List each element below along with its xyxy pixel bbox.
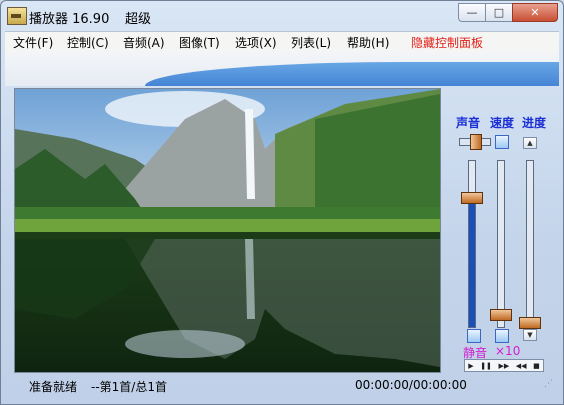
- progress-slider-thumb[interactable]: [519, 317, 541, 329]
- rewind-button[interactable]: ◀◀: [516, 362, 527, 370]
- app-logo-icon: [7, 7, 27, 25]
- window-title: 播放器 16.90: [29, 12, 110, 27]
- volume-slider[interactable]: [461, 160, 483, 328]
- play-button[interactable]: ▶: [468, 362, 473, 370]
- rewind-icon: ◀◀: [515, 361, 527, 370]
- close-icon: ✕: [530, 6, 540, 19]
- speed-slider-thumb[interactable]: [490, 309, 512, 322]
- menu-help[interactable]: 帮助(H): [347, 34, 389, 51]
- status-track-info: --第1首/总1首: [91, 380, 167, 394]
- window-controls: — □ ✕: [458, 3, 558, 22]
- balance-slider-thumb[interactable]: [470, 134, 482, 150]
- volume-label: 声音: [456, 116, 481, 130]
- fast-forward-icon: ▶▶: [498, 361, 510, 370]
- volume-slider-thumb[interactable]: [461, 192, 483, 205]
- progress-up-button[interactable]: ▲: [523, 137, 537, 149]
- status-bar: 准备就绪 --第1首/总1首 00:00:00/00:00:00 ⋰: [5, 375, 559, 394]
- window-title-suffix: 超级: [125, 12, 152, 27]
- progress-down-button[interactable]: ▼: [523, 329, 537, 341]
- menu-audio[interactable]: 音频(A): [123, 34, 165, 51]
- hide-panel-link[interactable]: 隐藏控制面板: [411, 34, 483, 51]
- mute-button[interactable]: [467, 329, 481, 343]
- menu-options[interactable]: 选项(X): [235, 34, 277, 51]
- playback-controls: ▶ ❚❚ ▶▶ ◀◀ ■: [464, 359, 544, 372]
- speed-multiplier-button[interactable]: [495, 329, 509, 343]
- minimize-icon: —: [466, 6, 478, 19]
- fast-forward-button[interactable]: ▶▶: [498, 362, 509, 370]
- volume-slider-fill: [469, 202, 475, 327]
- progress-label: 进度: [522, 116, 547, 130]
- menu-bar: 文件(F) 控制(C) 音频(A) 图像(T) 选项(X) 列表(L) 帮助(H…: [5, 31, 559, 52]
- video-display[interactable]: [14, 88, 441, 373]
- title-bar[interactable]: 播放器 16.90 超级 — □ ✕: [1, 1, 563, 31]
- maximize-icon: □: [493, 6, 505, 19]
- speed-reset-button[interactable]: [495, 135, 509, 149]
- banner-wave: [145, 62, 559, 86]
- minimize-button[interactable]: —: [458, 3, 486, 22]
- speed-multiplier-label: ×10: [495, 344, 521, 358]
- stop-button[interactable]: ■: [533, 362, 540, 370]
- video-frame-image: [15, 89, 440, 372]
- close-button[interactable]: ✕: [512, 3, 558, 22]
- resize-grip-icon[interactable]: ⋰: [544, 379, 553, 389]
- stop-icon: ■: [533, 361, 540, 370]
- menu-image[interactable]: 图像(T): [179, 34, 220, 51]
- menu-playlist[interactable]: 列表(L): [291, 34, 331, 51]
- progress-slider[interactable]: [519, 160, 541, 329]
- speed-label: 速度: [490, 116, 515, 130]
- balance-slider[interactable]: [459, 134, 491, 150]
- maximize-button[interactable]: □: [485, 3, 513, 22]
- control-panel: 声音 速度 进度 ▲ ▼ 静音 ×10 ▶ ❚❚ ▶▶ ◀◀ ■: [442, 88, 558, 372]
- menu-file[interactable]: 文件(F): [13, 34, 53, 51]
- player-window: 播放器 16.90 超级 — □ ✕ 文件(F) 控制(C) 音频(A) 图像(…: [0, 0, 564, 405]
- decorative-banner: [5, 52, 559, 86]
- menu-control[interactable]: 控制(C): [67, 34, 109, 51]
- status-time: 00:00:00/00:00:00: [355, 378, 467, 392]
- status-state: 准备就绪: [29, 380, 78, 394]
- pause-icon: ❚❚: [480, 361, 492, 370]
- pause-button[interactable]: ❚❚: [480, 362, 492, 370]
- play-icon: ▶: [468, 361, 474, 370]
- speed-slider[interactable]: [490, 160, 512, 328]
- arrow-up-icon: ▲: [527, 139, 533, 147]
- arrow-down-icon: ▼: [527, 331, 533, 339]
